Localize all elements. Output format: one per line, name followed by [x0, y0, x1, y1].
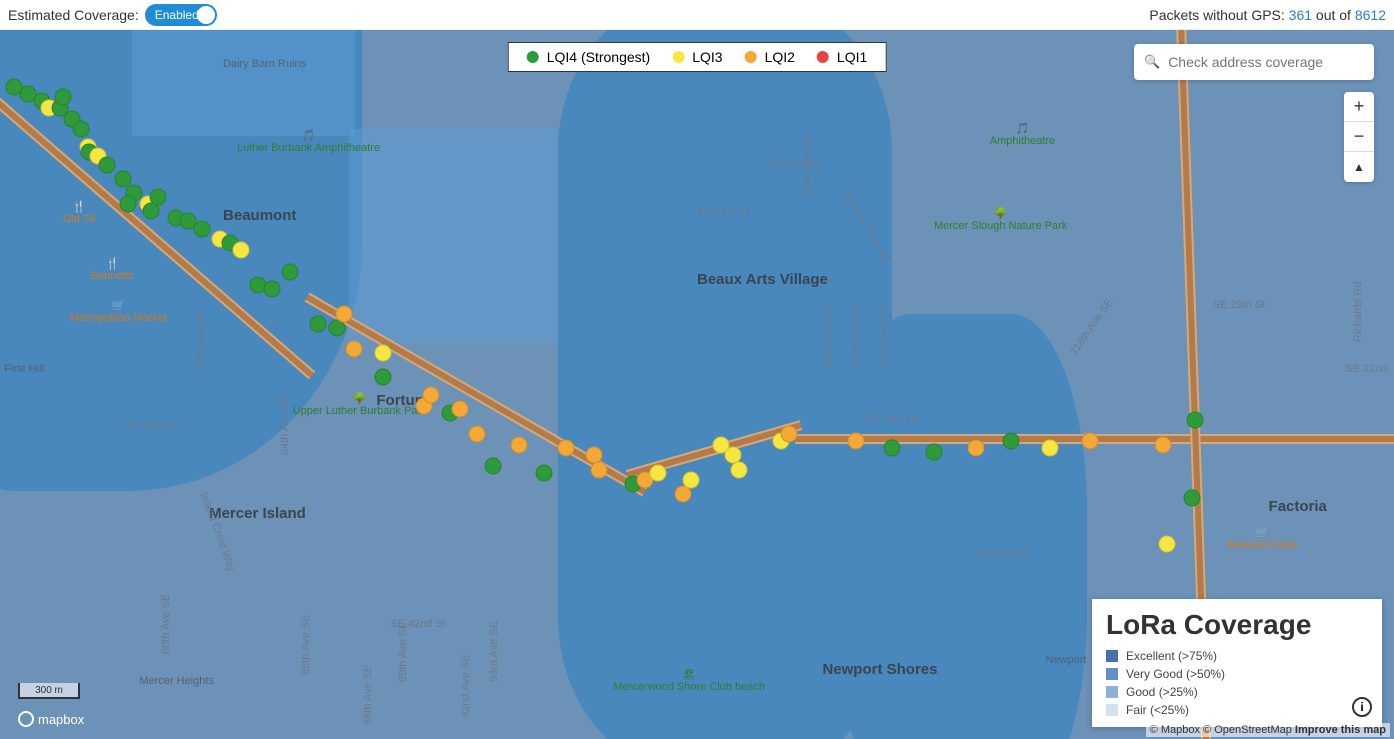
toggle-state-label: Enabled — [155, 8, 199, 22]
legend-item-lqi3[interactable]: LQI3 — [672, 49, 722, 65]
lqi-point[interactable] — [375, 369, 392, 386]
lqi-point[interactable] — [336, 305, 353, 322]
lqi-point[interactable] — [120, 195, 137, 212]
legend-item-lqi2[interactable]: LQI2 — [745, 49, 795, 65]
lqi-point[interactable] — [510, 436, 527, 453]
compass-button[interactable]: ▲ — [1344, 152, 1374, 182]
topbar: Estimated Coverage: Enabled Packets with… — [0, 0, 1394, 30]
lqi-point[interactable] — [149, 188, 166, 205]
lqi-point[interactable] — [485, 458, 502, 475]
packets-total-count[interactable]: 8612 — [1355, 7, 1386, 23]
cov-row-verygood: Very Good (>50%) — [1106, 665, 1368, 683]
map-canvas[interactable]: Beaumont Beaux Arts Village Mercer Islan… — [0, 30, 1394, 739]
lqi-point[interactable] — [1186, 411, 1203, 428]
legend-item-lqi4[interactable]: LQI4 (Strongest) — [527, 49, 651, 65]
topbar-right: Packets without GPS: 361 out of 8612 — [1149, 7, 1386, 23]
info-icon[interactable]: i — [1352, 697, 1372, 717]
packets-no-gps-count[interactable]: 361 — [1289, 7, 1312, 23]
lqi-point[interactable] — [781, 426, 798, 443]
lqi-point[interactable] — [375, 344, 392, 361]
lqi-point[interactable] — [422, 387, 439, 404]
lqi-point[interactable] — [1002, 433, 1019, 450]
lqi-point[interactable] — [1183, 489, 1200, 506]
search-icon — [1144, 53, 1160, 71]
cov-row-fair: Fair (<25%) — [1106, 701, 1368, 719]
lqi-point[interactable] — [194, 220, 211, 237]
lqi-point[interactable] — [346, 341, 363, 358]
cov-swatch — [1106, 650, 1118, 662]
scale-bar: 300 m — [18, 683, 80, 699]
lqi-point[interactable] — [309, 316, 326, 333]
mapbox-logo[interactable]: mapbox — [18, 711, 84, 727]
topbar-left: Estimated Coverage: Enabled — [8, 4, 217, 26]
cov-swatch — [1106, 668, 1118, 680]
lqi-point[interactable] — [591, 461, 608, 478]
lqi-point[interactable] — [535, 465, 552, 482]
cov-label: Good (>25%) — [1126, 685, 1198, 699]
coverage-panel-title: LoRa Coverage — [1106, 609, 1368, 641]
lqi-point[interactable] — [925, 443, 942, 460]
zoom-out-button[interactable]: − — [1344, 122, 1374, 152]
zoom-in-button[interactable]: + — [1344, 92, 1374, 122]
lqi-point[interactable] — [557, 440, 574, 457]
lqi-point[interactable] — [54, 89, 71, 106]
lqi-point[interactable] — [452, 401, 469, 418]
legend-dot-lqi1 — [817, 51, 829, 63]
mapbox-text: mapbox — [38, 712, 84, 727]
attr-mapbox[interactable]: © Mapbox — [1150, 724, 1200, 736]
lqi-point[interactable] — [99, 156, 116, 173]
cov-row-excellent: Excellent (>75%) — [1106, 647, 1368, 665]
map-attribution: © Mapbox © OpenStreetMap Improve this ma… — [1146, 723, 1390, 737]
attr-improve[interactable]: Improve this map — [1295, 724, 1386, 736]
packets-sep: out of — [1316, 7, 1351, 23]
cov-swatch — [1106, 704, 1118, 716]
cov-label: Excellent (>75%) — [1126, 649, 1217, 663]
legend-item-lqi1[interactable]: LQI1 — [817, 49, 867, 65]
lqi-point[interactable] — [263, 280, 280, 297]
lqi-point[interactable] — [1158, 536, 1175, 553]
zoom-controls: + − ▲ — [1344, 92, 1374, 182]
cov-swatch — [1106, 686, 1118, 698]
address-search-input[interactable] — [1168, 54, 1364, 70]
cov-label: Fair (<25%) — [1126, 703, 1189, 717]
coverage-legend-panel: LoRa Coverage Excellent (>75%) Very Good… — [1092, 599, 1382, 727]
lqi-point[interactable] — [1041, 440, 1058, 457]
lqi-point[interactable] — [233, 241, 250, 258]
lqi-point[interactable] — [730, 461, 747, 478]
coverage-label: Estimated Coverage: — [8, 7, 139, 23]
legend-label: LQI3 — [692, 49, 722, 65]
legend-label: LQI2 — [765, 49, 795, 65]
lqi-point[interactable] — [683, 472, 700, 489]
cov-label: Very Good (>50%) — [1126, 667, 1225, 681]
lqi-legend: LQI4 (Strongest) LQI3 LQI2 LQI1 — [508, 42, 887, 72]
lqi-point[interactable] — [281, 264, 298, 281]
mapbox-icon — [18, 711, 34, 727]
lqi-point[interactable] — [967, 440, 984, 457]
lqi-point[interactable] — [649, 465, 666, 482]
legend-label: LQI4 (Strongest) — [547, 49, 651, 65]
lqi-point[interactable] — [468, 426, 485, 443]
lqi-point[interactable] — [1154, 436, 1171, 453]
lqi-point[interactable] — [1082, 433, 1099, 450]
lqi-point[interactable] — [72, 121, 89, 138]
estimated-coverage-toggle[interactable]: Enabled — [145, 4, 217, 26]
legend-dot-lqi3 — [672, 51, 684, 63]
packets-label: Packets without GPS: — [1149, 7, 1284, 23]
cov-row-good: Good (>25%) — [1106, 683, 1368, 701]
legend-dot-lqi4 — [527, 51, 539, 63]
legend-dot-lqi2 — [745, 51, 757, 63]
legend-label: LQI1 — [837, 49, 867, 65]
lqi-point[interactable] — [847, 433, 864, 450]
attr-osm[interactable]: © OpenStreetMap — [1203, 724, 1292, 736]
lqi-point[interactable] — [884, 440, 901, 457]
address-search-box[interactable] — [1134, 44, 1374, 80]
